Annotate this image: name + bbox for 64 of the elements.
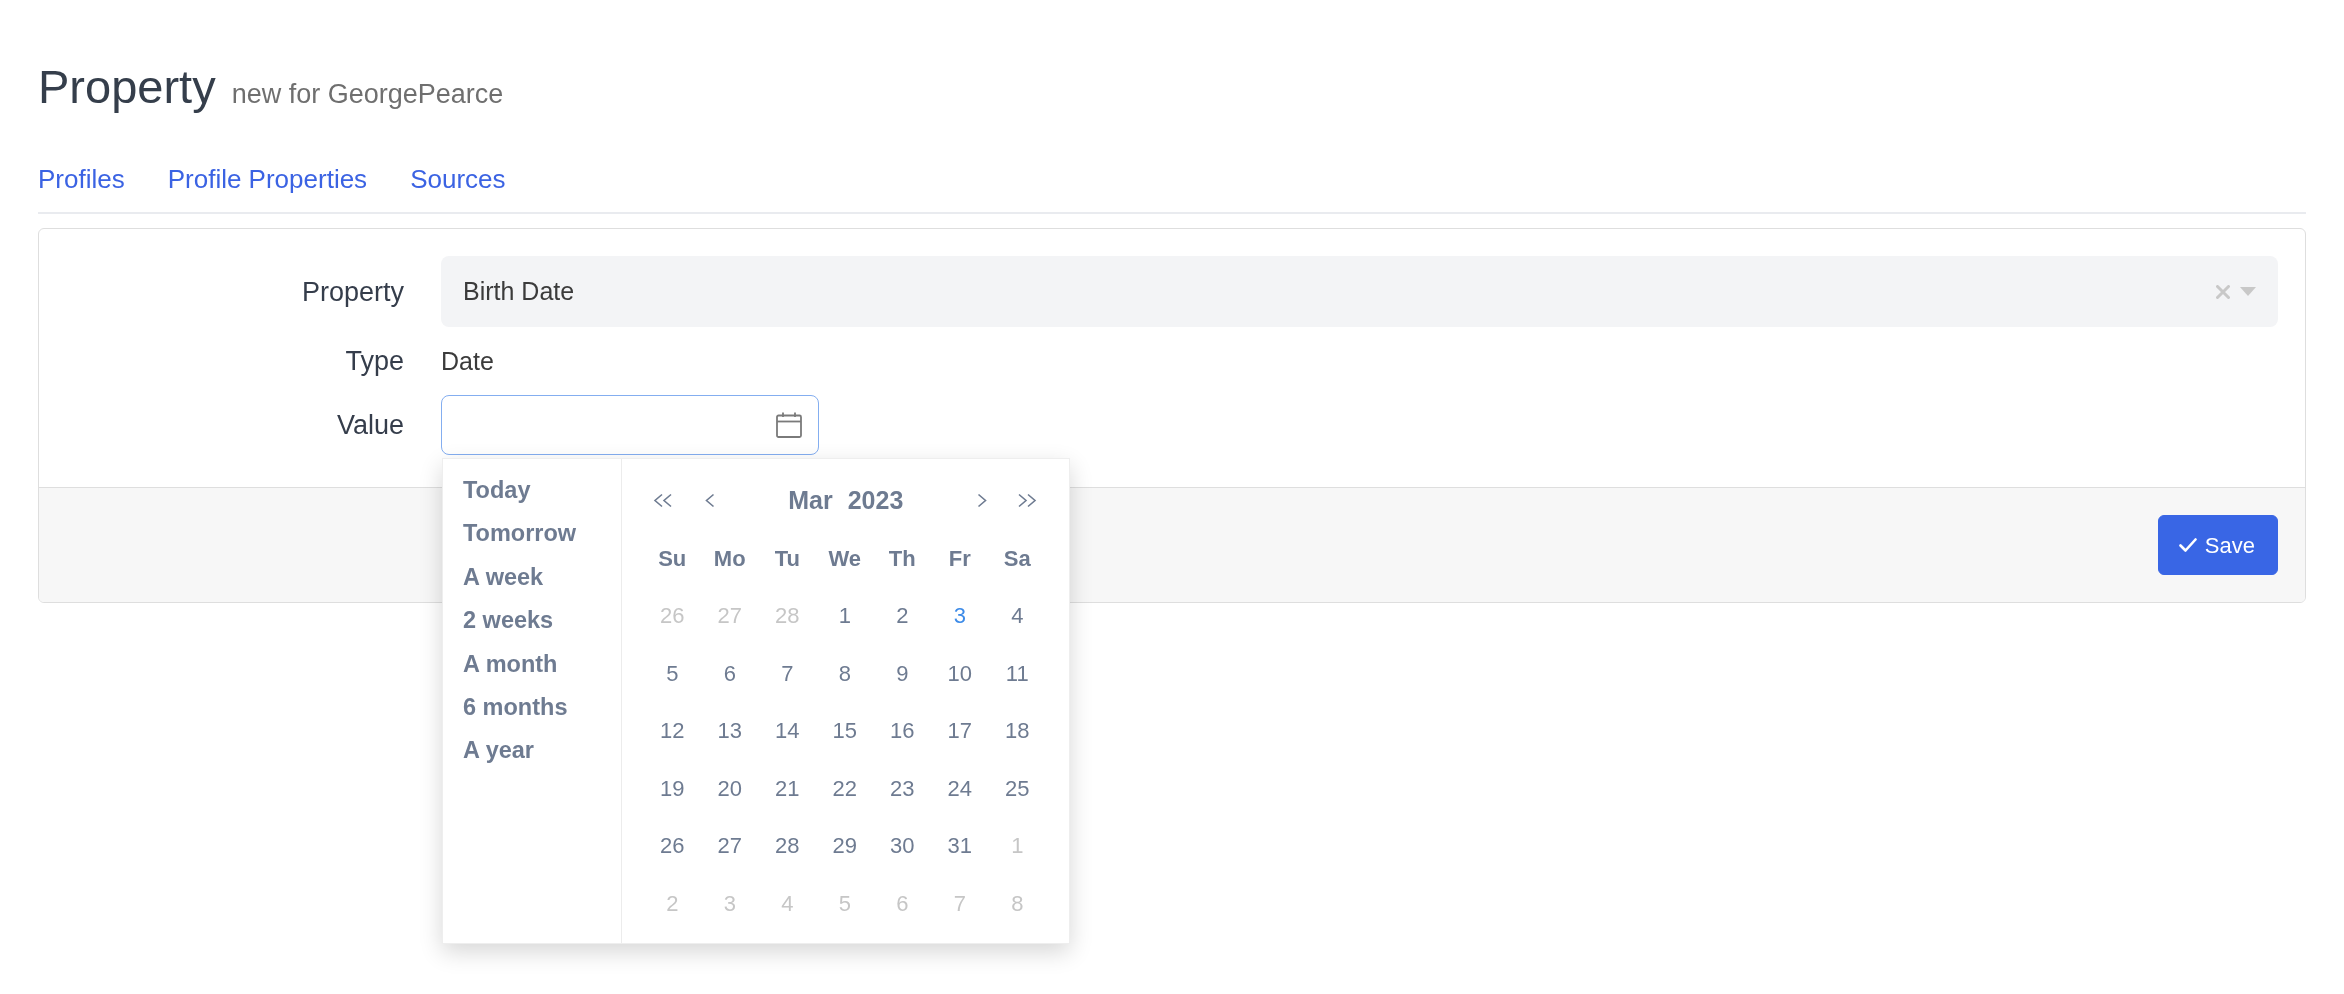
day-cell[interactable]: 27 — [701, 817, 759, 875]
weekday-label: Su — [657, 544, 688, 573]
day-cell[interactable]: 21 — [758, 759, 816, 817]
weekday-label: Sa — [1002, 544, 1032, 573]
page-title: Property — [38, 59, 216, 115]
weekday-label: We — [827, 544, 863, 573]
day-cell[interactable]: 16 — [873, 702, 931, 760]
nav-tab-link[interactable]: Profiles — [38, 164, 125, 212]
weekday-label: Fr — [947, 544, 972, 573]
nav-tab-link[interactable]: Profile Properties — [167, 164, 368, 212]
day-cell[interactable]: 5 — [643, 644, 701, 702]
day-cell[interactable]: 31 — [931, 817, 989, 875]
date-input-field[interactable] — [441, 395, 819, 455]
day-cell[interactable]: 14 — [758, 702, 816, 760]
chevron-left-icon[interactable] — [703, 493, 715, 509]
weekday-label: Mo — [712, 544, 747, 573]
field-label: Type — [345, 345, 404, 377]
chevron-right-icon[interactable] — [977, 493, 988, 509]
day-cell[interactable]: 1 — [816, 587, 874, 645]
day-cell[interactable]: 17 — [931, 702, 989, 760]
page-subtitle: new for GeorgePearce — [231, 78, 504, 111]
day-cell[interactable]: 8 — [816, 644, 874, 702]
nav-tab-link[interactable]: Sources — [410, 164, 506, 212]
field-value: Date — [441, 346, 494, 377]
weekday-label: Th — [887, 544, 917, 573]
shortcut-option[interactable]: A year — [463, 729, 534, 773]
day-cell[interactable]: 22 — [816, 759, 874, 817]
day-cell[interactable]: 28 — [758, 817, 816, 875]
day-cell[interactable]: 26 — [643, 817, 701, 875]
day-cell[interactable]: 25 — [988, 759, 1046, 817]
shortcut-option[interactable]: 2 weeks — [463, 599, 554, 643]
field-label: Value — [336, 409, 404, 441]
calendar-icon[interactable] — [776, 412, 802, 438]
day-cell[interactable]: 20 — [701, 759, 759, 817]
day-cell[interactable]: 10 — [931, 644, 989, 702]
day-cell[interactable]: 30 — [873, 817, 931, 875]
shortcut-option[interactable]: Today — [463, 469, 531, 513]
day-cell[interactable]: 4 — [988, 587, 1046, 645]
day-cell[interactable]: 15 — [816, 702, 874, 760]
field-label: Property — [301, 275, 404, 308]
day-cell[interactable]: 23 — [873, 759, 931, 817]
day-cell[interactable]: 12 — [643, 702, 701, 760]
shortcut-option[interactable]: 6 months — [463, 686, 568, 730]
save-button[interactable]: Save — [2157, 515, 2278, 575]
shortcut-option[interactable]: Tomorrow — [463, 512, 577, 556]
day-cell[interactable]: 24 — [931, 759, 989, 817]
day-cell[interactable]: 18 — [988, 702, 1046, 760]
day-cell[interactable]: 2 — [873, 587, 931, 645]
day-cell[interactable]: 6 — [701, 644, 759, 702]
weekday-label: Tu — [773, 544, 801, 573]
shortcut-option[interactable]: A week — [463, 555, 544, 600]
double-chevron-left-icon[interactable] — [651, 493, 673, 509]
check-icon — [2178, 537, 2197, 553]
double-chevron-right-icon[interactable] — [1017, 493, 1038, 509]
shortcut-option[interactable]: A month — [463, 642, 558, 687]
year-label[interactable]: 2023 — [847, 482, 904, 520]
day-cell[interactable]: 9 — [873, 644, 931, 702]
day-cell[interactable]: 13 — [701, 702, 759, 760]
day-cell[interactable]: 11 — [988, 644, 1046, 702]
day-cell[interactable]: 29 — [816, 817, 874, 875]
day-cell[interactable]: 3 — [931, 587, 989, 645]
day-cell[interactable]: 19 — [643, 759, 701, 817]
day-cell[interactable]: 7 — [758, 644, 816, 702]
month-label[interactable]: Mar — [788, 482, 833, 520]
